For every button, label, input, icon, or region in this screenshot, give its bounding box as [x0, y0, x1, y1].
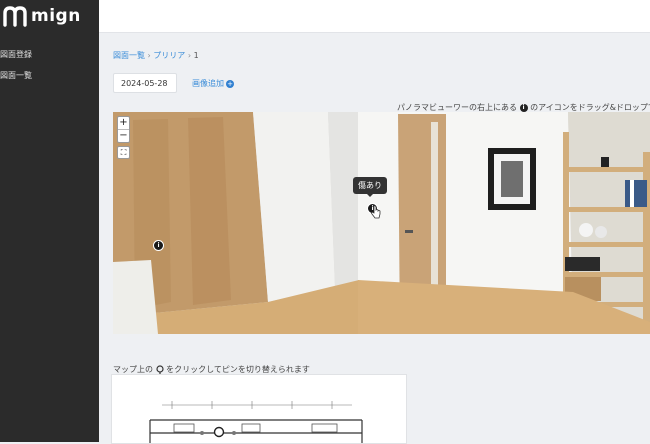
floor-plan-image — [149, 401, 363, 443]
hand-cursor-icon — [371, 205, 381, 219]
annotation-hint-before: パノラマビューワーの右上にある — [397, 103, 517, 112]
logo[interactable]: mign — [2, 5, 81, 27]
panorama-viewer[interactable]: + − ⛶ 傷あり i i — [113, 112, 650, 334]
plus-circle-icon: + — [226, 79, 234, 88]
annotation-pin[interactable]: i — [153, 240, 164, 251]
breadcrumb-current: 1 — [193, 51, 199, 60]
breadcrumb-separator: › — [147, 51, 151, 60]
sidebar-item-drawing-register[interactable]: 図面登録 — [0, 49, 32, 60]
zoom-control: + − — [117, 116, 130, 143]
breadcrumb-separator: › — [187, 51, 192, 60]
annotation-hint-after: のアイコンをドラッグ&ドロップで注釈 — [530, 103, 650, 112]
breadcrumb-link-drawing-list[interactable]: 図面一覧 — [113, 51, 145, 60]
breadcrumb-link-project[interactable]: プリリア — [153, 51, 185, 60]
floor-plan-map[interactable] — [111, 374, 407, 444]
map-hint-after: をクリックしてピンを切り替えられます — [166, 365, 310, 374]
info-icon: i — [519, 103, 528, 112]
zoom-in-button[interactable]: + — [118, 117, 129, 130]
fullscreen-button[interactable]: ⛶ — [117, 146, 130, 159]
panorama-image — [113, 112, 650, 334]
map-hint-before: マップ上の — [113, 365, 153, 374]
sidebar-item-drawing-list[interactable]: 図面一覧 — [0, 70, 32, 81]
annotation-tooltip: 傷あり — [353, 177, 387, 197]
top-header — [99, 0, 650, 33]
zoom-out-button[interactable]: − — [118, 130, 129, 142]
date-select[interactable]: 2024-05-28 — [113, 73, 177, 93]
map-pin-icon — [155, 365, 164, 374]
add-image-label: 画像追加 — [192, 79, 224, 88]
logo-icon — [3, 6, 27, 27]
logo-text: mign — [31, 6, 81, 26]
breadcrumb: 図面一覧 › プリリア › 1 — [113, 50, 199, 61]
sidebar: mign 図面登録 図面一覧 — [0, 0, 99, 442]
add-image-button[interactable]: 画像追加 + — [192, 78, 234, 89]
